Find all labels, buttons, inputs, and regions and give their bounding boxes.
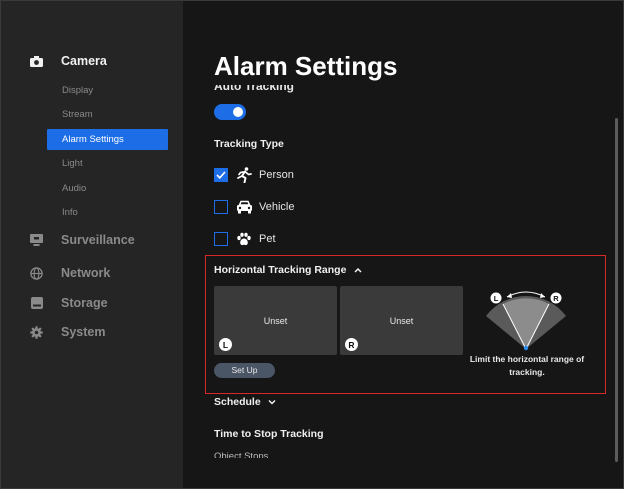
paw-icon <box>235 231 253 247</box>
nav-network-label: Network <box>61 266 111 280</box>
range-hint-text: Limit the horizontal range of tracking. <box>469 354 585 377</box>
right-limit-value: Unset <box>389 316 414 326</box>
camera-icon <box>30 55 43 68</box>
right-limit-tile[interactable]: Unset R <box>340 286 463 355</box>
nav-system-label: System <box>61 325 106 339</box>
object-stops-label: Object Stops <box>214 451 269 458</box>
storage-icon <box>30 297 43 310</box>
sidebar-item-stream[interactable]: Stream <box>47 104 168 125</box>
page-title: Alarm Settings <box>214 51 398 81</box>
nav-storage[interactable]: Storage <box>30 293 108 313</box>
sidebar-item-audio[interactable]: Audio <box>47 178 168 199</box>
nav-storage-label: Storage <box>61 296 108 310</box>
sidebar: Camera Display Stream Alarm Settings Lig… <box>1 1 183 488</box>
globe-icon <box>30 266 43 280</box>
toggle-knob <box>233 107 243 117</box>
horizontal-range-label: Horizontal Tracking Range <box>214 264 347 276</box>
horizontal-range-heading[interactable]: Horizontal Tracking Range <box>214 264 362 276</box>
vehicle-checkbox[interactable] <box>214 200 228 214</box>
left-limit-tile[interactable]: Unset L <box>214 286 337 355</box>
left-limit-value: Unset <box>263 316 288 326</box>
sidebar-item-display[interactable]: Display <box>47 80 168 101</box>
diagram-left-badge: L <box>494 294 499 303</box>
nav-network[interactable]: Network <box>30 263 110 283</box>
car-icon <box>235 199 253 215</box>
set-up-button[interactable]: Set Up <box>214 363 275 378</box>
auto-tracking-toggle[interactable] <box>214 104 246 120</box>
gear-icon <box>30 325 43 339</box>
pet-label: Pet <box>259 233 276 245</box>
tracking-option-pet: Pet <box>214 230 276 248</box>
pet-checkbox[interactable] <box>214 232 228 246</box>
nav-camera[interactable]: Camera <box>30 51 107 71</box>
nav-surveillance-label: Surveillance <box>61 233 135 247</box>
nav-camera-label: Camera <box>61 54 107 68</box>
tracking-option-vehicle: Vehicle <box>214 198 294 216</box>
tracking-option-person: Person <box>214 166 294 184</box>
schedule-label: Schedule <box>214 396 261 408</box>
tracking-type-heading: Tracking Type <box>214 138 284 150</box>
scrollbar[interactable] <box>615 118 618 462</box>
main-panel: Auto Tracking Alarm Settings Tracking Ty… <box>183 1 623 488</box>
right-badge: R <box>345 338 358 351</box>
chevron-up-icon <box>354 267 362 273</box>
person-running-icon <box>235 167 253 183</box>
tracking-range-diagram-icon: L R <box>486 291 566 351</box>
person-label: Person <box>259 169 294 181</box>
time-to-stop-heading: Time to Stop Tracking <box>214 428 324 440</box>
checkmark-icon <box>216 171 226 179</box>
chevron-down-icon <box>268 399 276 405</box>
sidebar-item-info[interactable]: Info <box>47 202 168 223</box>
app-window: Camera Display Stream Alarm Settings Lig… <box>0 0 624 489</box>
vehicle-label: Vehicle <box>259 201 295 213</box>
person-checkbox[interactable] <box>214 168 228 182</box>
left-badge: L <box>219 338 232 351</box>
schedule-heading[interactable]: Schedule <box>214 396 276 408</box>
diagram-right-badge: R <box>553 294 559 303</box>
sidebar-item-alarm-settings[interactable]: Alarm Settings <box>47 129 168 150</box>
sidebar-item-light[interactable]: Light <box>47 153 168 174</box>
monitor-icon <box>30 234 43 247</box>
nav-system[interactable]: System <box>30 322 105 342</box>
nav-surveillance[interactable]: Surveillance <box>30 230 135 250</box>
